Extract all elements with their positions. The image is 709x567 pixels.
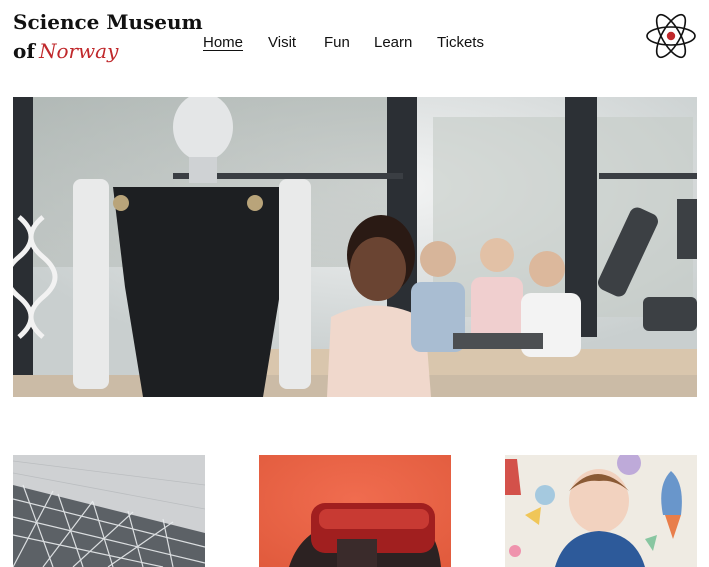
card-image-kid-rockets[interactable] bbox=[505, 455, 697, 567]
hero-photo bbox=[13, 97, 697, 397]
logo-line-2-prefix: of bbox=[13, 39, 35, 63]
logo-line-2: of Norway bbox=[13, 37, 203, 68]
building-photo bbox=[13, 455, 205, 567]
nav-link-fun[interactable]: Fun bbox=[324, 34, 350, 51]
nav-link-tickets[interactable]: Tickets bbox=[437, 34, 484, 51]
logo-line-1: Science Museum bbox=[13, 10, 203, 34]
site-header: Science Museum of Norway Home Visit Fun L… bbox=[0, 0, 709, 96]
nav-link-home[interactable]: Home bbox=[203, 34, 243, 51]
site-logo[interactable]: Science Museum of Norway bbox=[13, 8, 203, 68]
card-image-vr[interactable] bbox=[259, 455, 451, 567]
logo-line-2-highlight: Norway bbox=[38, 39, 119, 63]
card-image-building[interactable] bbox=[13, 455, 205, 567]
hero-image bbox=[13, 97, 697, 397]
nav-link-learn[interactable]: Learn bbox=[374, 34, 412, 51]
feature-cards bbox=[0, 455, 709, 567]
vr-photo bbox=[259, 455, 451, 567]
atom-icon[interactable] bbox=[645, 10, 697, 62]
nav-link-visit[interactable]: Visit bbox=[268, 34, 296, 51]
kid-rockets-photo bbox=[505, 455, 697, 567]
